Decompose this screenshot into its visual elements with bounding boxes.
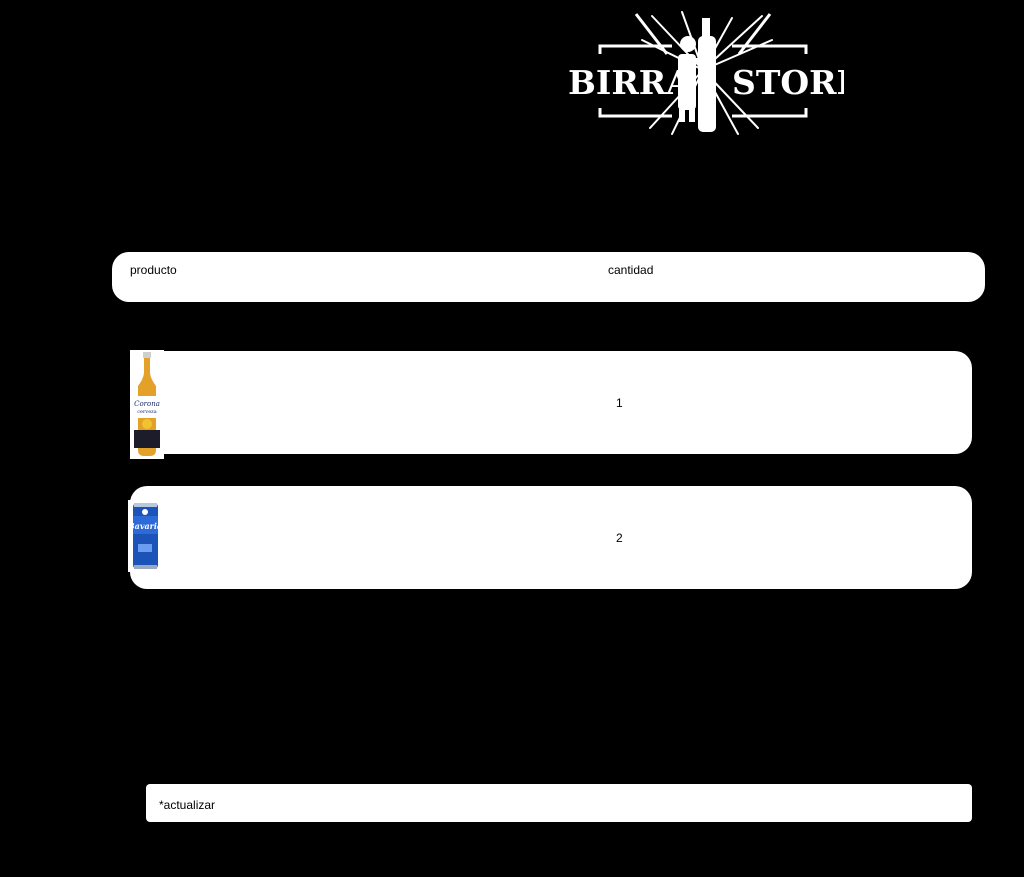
bavaria-can-image: Bavaria [127, 500, 162, 572]
birra-store-logo[interactable]: BIRRA STORE [562, 10, 844, 138]
cart-page: BIRRA STORE producto cantidad 1 Corona c… [0, 0, 1024, 877]
item-quantity: 1 [616, 395, 623, 410]
svg-text:Bavaria: Bavaria [128, 521, 162, 531]
item-quantity: 2 [616, 530, 623, 545]
header-product: producto [130, 263, 177, 277]
cart-item-row: 1 [130, 351, 972, 454]
update-button[interactable]: *actualizar [146, 784, 972, 822]
cart-item-row: 2 [130, 486, 972, 589]
brand-right-word: STORE [732, 63, 844, 102]
svg-text:cerveza: cerveza [137, 409, 157, 415]
update-button-label: *actualizar [159, 798, 216, 812]
header-quantity: cantidad [608, 263, 654, 277]
cart-table-header: producto cantidad [112, 252, 985, 302]
brand-left-word: BIRRA [568, 63, 692, 102]
corona-bottle-image: Corona cerveza [130, 350, 164, 459]
svg-text:Corona: Corona [134, 400, 160, 408]
